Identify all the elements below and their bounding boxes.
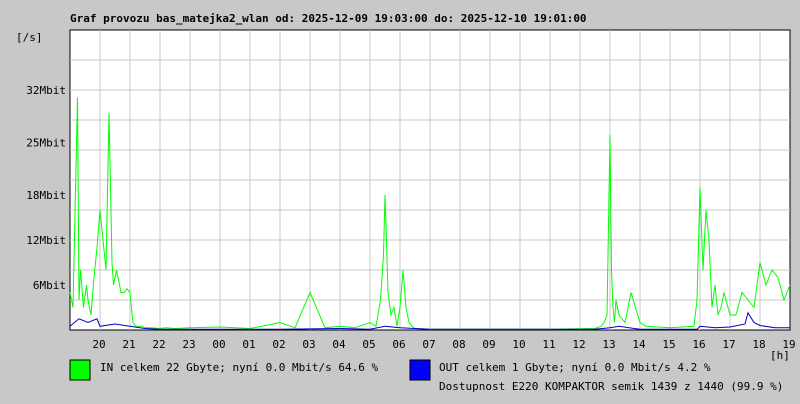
- x-tick-label: 20: [92, 338, 105, 351]
- x-tick-label: 19: [782, 338, 795, 351]
- y-tick-label: 32Mbit: [26, 84, 66, 97]
- x-tick-label: 12: [572, 338, 585, 351]
- y-tick-labels: 6Mbit 12Mbit 18Mbit 25Mbit 32Mbit: [26, 84, 66, 292]
- x-tick-label: 08: [452, 338, 465, 351]
- x-tick-label: 21: [122, 338, 135, 351]
- x-tick-label: 05: [362, 338, 375, 351]
- traffic-graph-panel: Graf provozu bas_matejka2_wlan od: 2025-…: [0, 0, 800, 400]
- y-tick-label: 6Mbit: [33, 279, 66, 292]
- x-tick-label: 23: [182, 338, 195, 351]
- x-tick-label: 22: [152, 338, 165, 351]
- out-legend-text: OUT celkem 1 Gbyte; nyní 0.0 Mbit/s 4.2 …: [439, 361, 711, 374]
- x-tick-label: 15: [662, 338, 675, 351]
- x-tick-label: 10: [512, 338, 525, 351]
- x-tick-labels: 20 21 22 23 00 01 02 03 04 05 06 07 08 09 10 11 12 13 14 15…: [92, 338, 795, 351]
- x-tick-label: 00: [212, 338, 225, 351]
- x-tick-label: 18: [752, 338, 765, 351]
- x-tick-label: 14: [632, 338, 646, 351]
- y-tick-label: 18Mbit: [26, 189, 66, 202]
- x-tick-label: 03: [302, 338, 315, 351]
- y-axis-unit-label: [/s]: [16, 31, 43, 44]
- x-tick-label: 04: [332, 338, 346, 351]
- y-tick-label: 12Mbit: [26, 234, 66, 247]
- y-tick-label: 25Mbit: [26, 137, 66, 150]
- x-tick-label: 06: [392, 338, 405, 351]
- x-tick-label: 17: [722, 338, 735, 351]
- x-tick-label: 13: [602, 338, 615, 351]
- x-tick-label: 09: [482, 338, 495, 351]
- x-tick-label: 11: [542, 338, 555, 351]
- x-tick-label: 01: [242, 338, 255, 351]
- x-tick-label: 02: [272, 338, 285, 351]
- chart-title: Graf provozu bas_matejka2_wlan od: 2025-…: [70, 12, 587, 25]
- traffic-chart: Graf provozu bas_matejka2_wlan od: 2025-…: [16, 12, 796, 393]
- in-legend-text: IN celkem 22 Gbyte; nyní 0.0 Mbit/s 64.6…: [100, 361, 379, 374]
- out-legend-swatch: [409, 359, 431, 381]
- in-legend-swatch: [69, 359, 91, 381]
- x-tick-label: 16: [692, 338, 705, 351]
- x-tick-label: 07: [422, 338, 435, 351]
- availability-text: Dostupnost E220 KOMPAKTOR semik 1439 z 1…: [439, 380, 783, 393]
